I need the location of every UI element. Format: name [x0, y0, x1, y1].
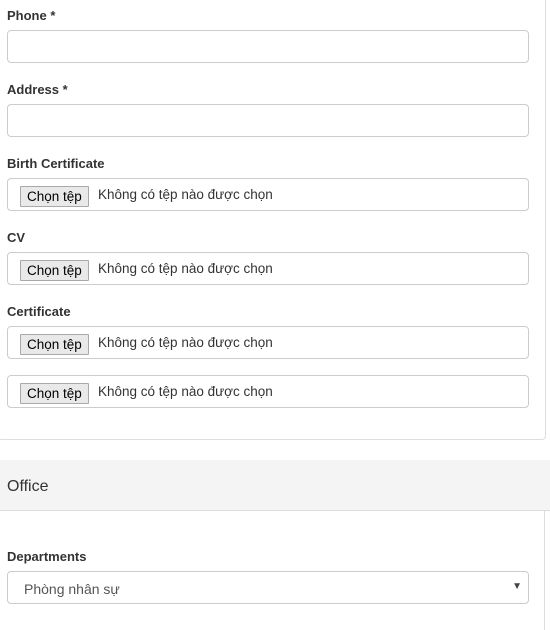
- departments-label: Departments: [7, 549, 87, 564]
- no-file-text: Không có tệp nào được chọn: [98, 335, 273, 350]
- personal-panel: [0, 0, 546, 440]
- choose-file-button[interactable]: Chọn tệp: [20, 383, 89, 404]
- dropdown-arrow-icon: ▼: [512, 581, 522, 592]
- departments-selected-value: Phòng nhân sự: [24, 581, 120, 597]
- phone-label: Phone *: [7, 8, 56, 23]
- certificate-label: Certificate: [7, 304, 71, 319]
- birth-certificate-file-input[interactable]: Chọn tệp Không có tệp nào được chọn: [7, 178, 529, 211]
- office-panel: [0, 510, 545, 630]
- address-label: Address *: [7, 82, 68, 97]
- certificate-file-input-2[interactable]: Chọn tệp Không có tệp nào được chọn: [7, 375, 529, 408]
- office-panel-header: Office: [0, 460, 550, 511]
- birth-certificate-label: Birth Certificate: [7, 156, 105, 171]
- no-file-text: Không có tệp nào được chọn: [98, 187, 273, 202]
- no-file-text: Không có tệp nào được chọn: [98, 261, 273, 276]
- phone-input[interactable]: [7, 30, 529, 63]
- no-file-text: Không có tệp nào được chọn: [98, 384, 273, 399]
- choose-file-button[interactable]: Chọn tệp: [20, 334, 89, 355]
- cv-label: CV: [7, 230, 26, 245]
- choose-file-button[interactable]: Chọn tệp: [20, 186, 89, 207]
- departments-select[interactable]: Phòng nhân sự ▼: [7, 571, 529, 604]
- address-input[interactable]: [7, 104, 529, 137]
- choose-file-button[interactable]: Chọn tệp: [20, 260, 89, 281]
- office-title: Office: [7, 478, 49, 495]
- certificate-file-input[interactable]: Chọn tệp Không có tệp nào được chọn: [7, 326, 529, 359]
- cv-file-input[interactable]: Chọn tệp Không có tệp nào được chọn: [7, 252, 529, 285]
